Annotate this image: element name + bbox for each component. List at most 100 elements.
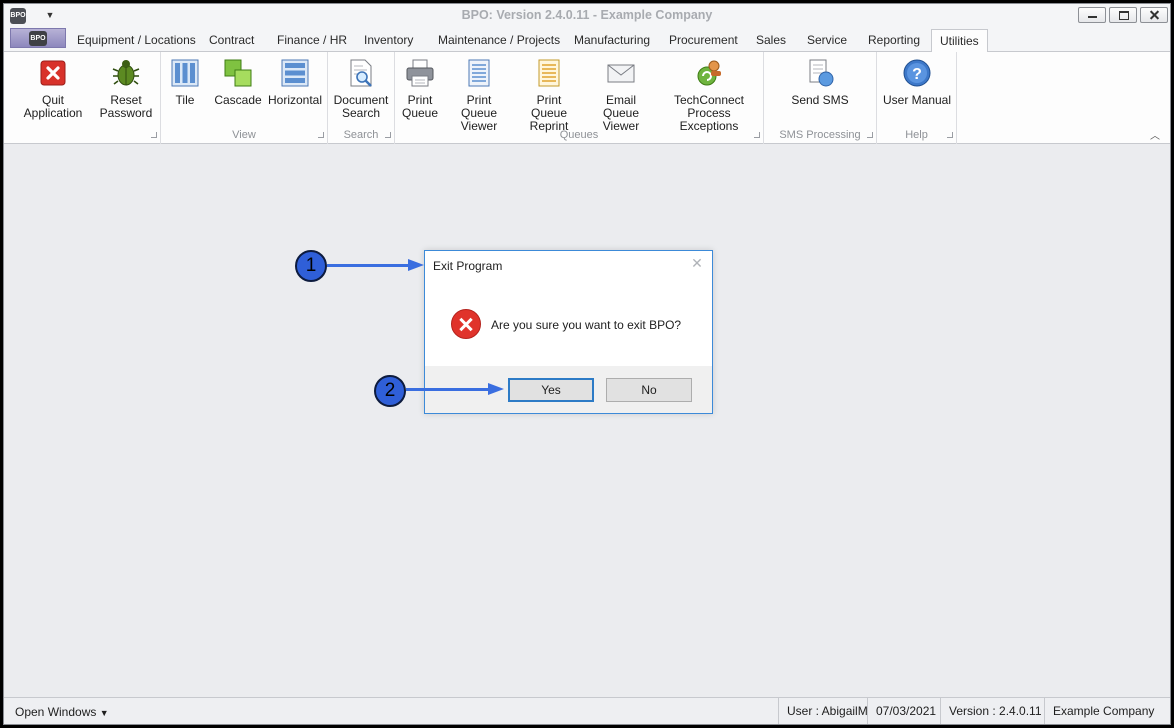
print-queue-reprint-button[interactable]: Print Queue Reprint — [517, 58, 581, 133]
error-icon — [451, 309, 481, 339]
printer-icon — [406, 59, 434, 87]
dialog-launcher-icon[interactable] — [754, 132, 760, 138]
button-label-line2: Search — [341, 106, 381, 120]
open-windows-label: Open Windows — [15, 705, 97, 719]
button-label: Send SMS — [791, 93, 849, 107]
button-label-line2: Queue — [401, 106, 439, 120]
callout-1: 1 — [295, 250, 327, 282]
dialog-launcher-icon[interactable] — [385, 132, 391, 138]
button-label: User Manual — [882, 93, 952, 107]
button-label-line1: TechConnect — [673, 93, 745, 107]
dialog-message: Are you sure you want to exit BPO? — [491, 318, 682, 332]
cascade-button[interactable]: Cascade — [211, 58, 265, 107]
print-queue-reprint-icon — [538, 59, 560, 87]
cascade-icon — [224, 59, 252, 87]
button-label: Cascade — [214, 93, 262, 107]
print-queue-viewer-icon — [468, 59, 490, 87]
callout-2-arrowhead — [488, 383, 504, 395]
group-caption-queues: Queues — [559, 129, 599, 141]
group-caption-sms: SMS Processing — [779, 129, 861, 141]
window-title: BPO: Version 2.4.0.11 - Example Company — [461, 8, 713, 22]
callout-1-arrow — [327, 264, 412, 267]
group-caption-help: Help — [905, 129, 928, 141]
no-button[interactable]: No — [606, 378, 692, 402]
tab-utilities[interactable]: Utilities — [931, 29, 988, 52]
bug-icon — [112, 60, 140, 86]
button-label-line1: Print Queue — [530, 93, 568, 120]
document-search-button[interactable]: Document Search — [332, 58, 390, 120]
chevron-down-icon: ▼ — [99, 708, 109, 718]
minimize-button[interactable] — [1078, 7, 1106, 23]
application-window: BPO ▼ BPO: Version 2.4.0.11 - Example Co… — [3, 3, 1171, 725]
send-sms-button[interactable]: Send SMS — [784, 58, 856, 107]
tab-manufacturing[interactable]: Manufacturing — [574, 31, 650, 51]
tab-equipment-locations[interactable]: Equipment / Locations — [77, 31, 196, 51]
tile-icon — [171, 59, 199, 87]
ribbon-group-view: Tile Cascade Horizontal View — [161, 52, 328, 144]
yes-button[interactable]: Yes — [508, 378, 594, 402]
button-label: Quit Application — [23, 93, 83, 120]
email-queue-viewer-button[interactable]: Email Queue Viewer — [587, 58, 655, 133]
app-logo-icon: BPO — [29, 31, 47, 46]
button-label-line1: Reset — [110, 93, 142, 107]
print-queue-button[interactable]: Print Queue — [401, 58, 439, 120]
help-icon: ? — [903, 59, 931, 87]
techconnect-icon — [697, 60, 721, 86]
tab-maintenance-projects[interactable]: Maintenance / Projects — [438, 31, 560, 51]
close-window-button[interactable] — [1140, 7, 1168, 23]
send-sms-icon — [809, 59, 834, 87]
application-menu-button[interactable]: BPO — [10, 28, 66, 48]
dialog-launcher-icon[interactable] — [318, 132, 324, 138]
status-version: Version : 2.4.0.11 — [940, 698, 1042, 724]
callout-2: 2 — [374, 375, 406, 407]
ribbon-group-queues: Print Queue Print Queue Viewer Print Que… — [395, 52, 764, 144]
tab-procurement[interactable]: Procurement — [669, 31, 738, 51]
button-label: Tile — [175, 93, 195, 107]
svg-text:?: ? — [912, 66, 922, 83]
quit-icon — [40, 60, 66, 86]
group-caption-view: View — [232, 129, 256, 141]
button-label-line1: Print Queue — [460, 93, 498, 120]
ribbon-group-search: Document Search Search — [328, 52, 395, 144]
button-label-line1: Document — [333, 93, 389, 107]
maximize-button[interactable] — [1109, 7, 1137, 23]
button-label: Horizontal — [267, 93, 323, 107]
status-date: 07/03/2021 — [867, 698, 936, 724]
ribbon-tab-bar: BPO Equipment / Locations Contract Finan… — [4, 28, 1170, 52]
tab-finance-hr[interactable]: Finance / HR — [277, 31, 347, 51]
techconnect-process-exceptions-button[interactable]: TechConnect Process Exceptions — [659, 58, 759, 133]
dialog-close-icon[interactable]: ✕ — [690, 256, 704, 270]
status-company: Example Company — [1044, 698, 1154, 724]
quit-application-button[interactable]: Quit Application — [12, 58, 94, 120]
ribbon-group-application: Quit Application Reset Password — [4, 52, 161, 144]
title-bar: BPO ▼ BPO: Version 2.4.0.11 - Example Co… — [4, 4, 1170, 28]
dialog-launcher-icon[interactable] — [947, 132, 953, 138]
user-manual-button[interactable]: ? User Manual — [881, 58, 953, 107]
collapse-ribbon-icon[interactable]: ︿ — [1148, 127, 1162, 142]
callout-2-arrow — [406, 388, 491, 391]
tab-contract[interactable]: Contract — [209, 31, 254, 51]
status-user: User : AbigailM — [778, 698, 868, 724]
button-label-line1: Email Queue — [602, 93, 640, 120]
callout-1-arrowhead — [408, 259, 424, 271]
tab-sales[interactable]: Sales — [756, 31, 786, 51]
open-windows-menu[interactable]: Open Windows ▼ — [15, 705, 109, 719]
ribbon-group-sms-processing: Send SMS SMS Processing — [764, 52, 877, 144]
dialog-title: Exit Program — [433, 259, 503, 273]
ribbon-group-help: ? User Manual Help — [877, 52, 957, 144]
horizontal-button[interactable]: Horizontal — [267, 58, 323, 107]
horizontal-icon — [281, 59, 309, 87]
envelope-icon — [607, 64, 635, 83]
tab-service[interactable]: Service — [807, 31, 847, 51]
print-queue-viewer-button[interactable]: Print Queue Viewer — [447, 58, 511, 133]
document-search-icon — [350, 59, 372, 87]
button-label-line1: Print — [407, 93, 433, 107]
tab-reporting[interactable]: Reporting — [868, 31, 920, 51]
button-label-line2: Password — [99, 106, 153, 120]
dialog-launcher-icon[interactable] — [867, 132, 873, 138]
tile-button[interactable]: Tile — [167, 58, 203, 107]
ribbon: Quit Application Reset Password Tile Cas… — [4, 51, 1170, 144]
reset-password-button[interactable]: Reset Password — [96, 58, 156, 120]
dialog-launcher-icon[interactable] — [151, 132, 157, 138]
tab-inventory[interactable]: Inventory — [364, 31, 413, 51]
